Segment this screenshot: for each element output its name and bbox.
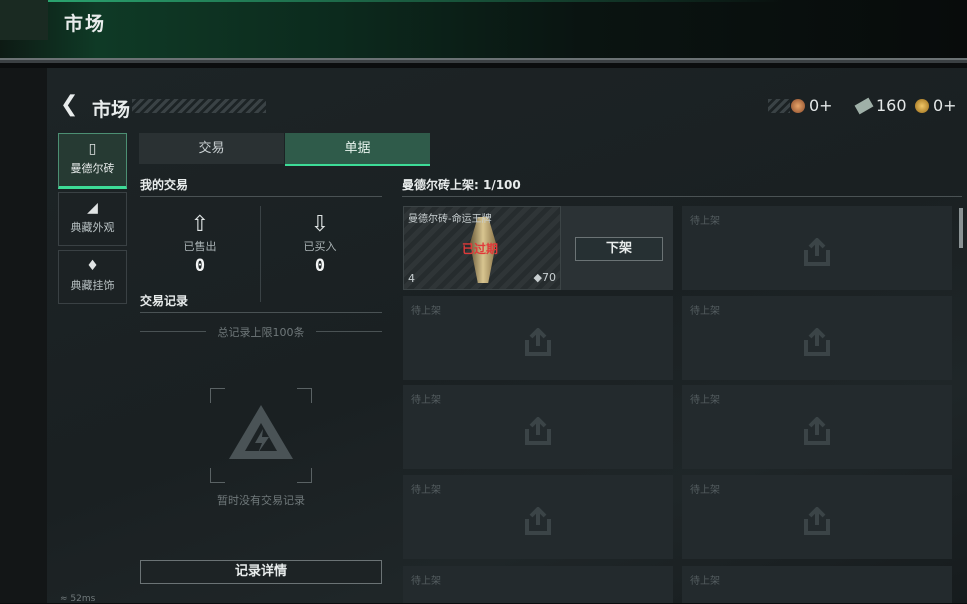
slot-label: 待上架: [690, 216, 720, 227]
bought-label: 已买入: [303, 240, 337, 253]
top-separator: [0, 60, 967, 63]
item-price: ◆70: [534, 271, 556, 284]
pistol-icon: ◢: [87, 200, 98, 216]
empty-slot[interactable]: 待上架: [403, 566, 673, 603]
sold-value: 0: [194, 256, 206, 276]
currency-value: 0+: [933, 96, 957, 115]
my-trades-title: 我的交易: [140, 178, 189, 192]
empty-slot[interactable]: 待上架: [682, 475, 952, 559]
unlist-button[interactable]: 下架: [575, 237, 663, 261]
upload-icon: [804, 507, 830, 535]
empty-slot[interactable]: 待上架: [682, 296, 952, 380]
upload-icon: [804, 328, 830, 356]
sidebar-item-charms[interactable]: ♦ 典藏挂饰: [58, 250, 127, 304]
empty-slot[interactable]: 待上架: [403, 475, 673, 559]
upload-icon: [525, 417, 551, 445]
brick-icon: ▯: [88, 141, 97, 157]
sidebar-item-mandel-brick[interactable]: ▯ 曼德尔砖: [58, 133, 127, 189]
slot-label: 待上架: [690, 395, 720, 406]
empty-slot[interactable]: 待上架: [682, 566, 952, 603]
tab-trade[interactable]: 交易: [139, 133, 284, 164]
sidebar-item-skins[interactable]: ◢ 典藏外观: [58, 192, 127, 246]
records-title: 交易记录: [140, 294, 189, 308]
stat-divider: [260, 206, 261, 302]
slot-label: 待上架: [411, 485, 441, 496]
slot-label: 待上架: [690, 485, 720, 496]
divider: [140, 196, 382, 197]
item-thumbnail: 曼德尔砖-命运王牌 已过期 4 ◆70: [403, 206, 561, 290]
empty-slot[interactable]: 待上架: [403, 296, 673, 380]
charm-icon: ♦: [86, 258, 99, 274]
empty-records-illustration: [182, 388, 340, 483]
sold-stat: ⇧ 已售出 0: [150, 212, 250, 276]
item-price-value: 70: [542, 271, 556, 284]
currency-value: 0+: [809, 96, 833, 115]
cart-up-icon: ⇧: [190, 212, 210, 237]
slot-label: 待上架: [690, 306, 720, 317]
currency-gold: 0+: [915, 96, 957, 115]
upload-icon: [525, 507, 551, 535]
sidebar-item-label: 典藏挂饰: [70, 279, 115, 292]
currency-ticket: 160: [854, 96, 907, 115]
item-name: 曼德尔砖-命运王牌: [408, 214, 492, 225]
slot-label: 待上架: [411, 306, 441, 317]
back-arrow-icon[interactable]: ❮: [60, 94, 80, 116]
cart-down-icon: ⇩: [310, 212, 330, 237]
item-status: 已过期: [462, 242, 499, 256]
upload-icon: [804, 238, 830, 266]
upload-icon: [525, 328, 551, 356]
records-limit: 总记录上限100条: [140, 324, 382, 340]
bought-stat: ⇩ 已买入 0: [270, 212, 370, 276]
currency-hatch: [768, 99, 790, 113]
top-bar-stub: [0, 0, 48, 40]
empty-slot[interactable]: 待上架: [682, 206, 952, 290]
tab-orders[interactable]: 单据: [285, 133, 430, 166]
slot-label: 待上架: [411, 576, 441, 587]
gold-coin-icon: [915, 98, 929, 113]
top-title: 市场: [64, 13, 107, 35]
divider: [402, 196, 962, 197]
listings-title: 曼德尔砖上架: 1/100: [402, 178, 521, 192]
scrollbar[interactable]: [959, 208, 963, 248]
top-bar: 市场: [0, 0, 967, 60]
header-hatch: [132, 99, 266, 113]
sidebar-item-label: 典藏外观: [70, 221, 115, 234]
upload-icon: [804, 417, 830, 445]
currency-medal: 0+: [791, 96, 833, 115]
empty-slot[interactable]: 待上架: [403, 385, 673, 469]
sidebar-item-label: 曼德尔砖: [70, 162, 115, 175]
logo-triangle-icon: [229, 405, 293, 459]
left-rail: [0, 68, 47, 603]
divider: [140, 312, 382, 313]
ticket-icon: ◆: [533, 271, 542, 284]
item-quantity: 4: [408, 272, 415, 285]
bought-value: 0: [314, 256, 326, 276]
empty-slot[interactable]: 待上架: [682, 385, 952, 469]
slot-label: 待上架: [411, 395, 441, 406]
page-title: 市场: [92, 99, 131, 121]
medal-coin-icon: [791, 98, 805, 113]
sold-label: 已售出: [183, 240, 217, 253]
ticket-icon: [854, 97, 874, 114]
empty-records-text: 暂时没有交易记录: [217, 494, 305, 507]
currency-value: 160: [876, 96, 907, 115]
record-details-button[interactable]: 记录详情: [140, 560, 382, 584]
slot-label: 待上架: [690, 576, 720, 587]
